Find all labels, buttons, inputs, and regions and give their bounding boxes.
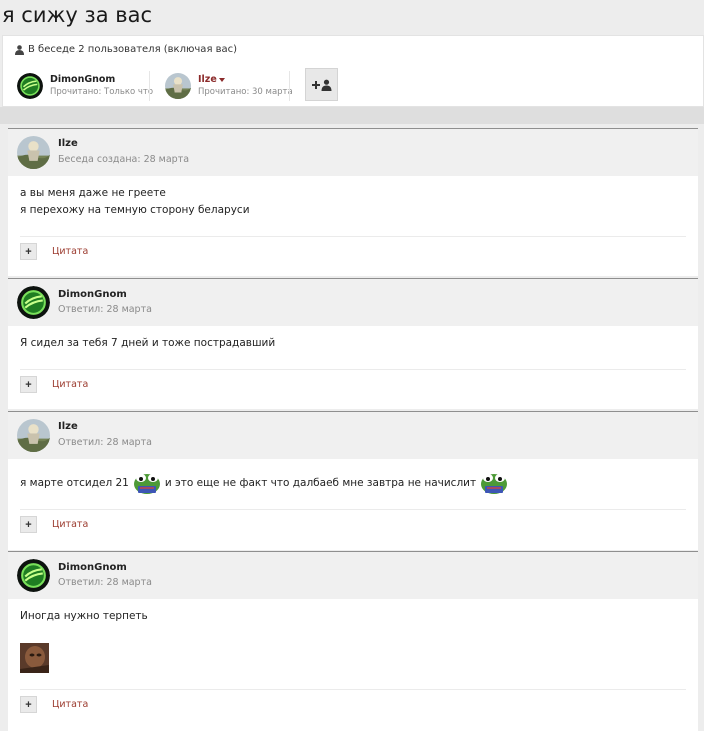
participants-heading-text: В беседе 2 пользователя (включая вас) [28, 44, 238, 55]
quote-link[interactable]: Цитата [52, 246, 88, 257]
post-header: Ilze Ответил: 28 марта [8, 412, 698, 459]
avatar[interactable] [17, 559, 50, 592]
post-text-line: я перехожу на темную сторону беларуси [20, 204, 250, 216]
caret-down-icon[interactable] [218, 77, 225, 82]
post-text: я марте отсидел 21 [20, 477, 129, 489]
avatar[interactable] [17, 136, 50, 169]
quote-link[interactable]: Цитата [52, 519, 88, 530]
attached-image[interactable] [20, 643, 49, 673]
post-author[interactable]: Ilze [58, 421, 78, 432]
participant-name[interactable]: DimonGnom [50, 74, 153, 86]
post-text: и это еще не факт что далбаеб мне завтра… [164, 477, 477, 489]
participant-read-status: Прочитано: 30 марта [198, 87, 293, 97]
avatar[interactable] [17, 73, 43, 99]
message-post: Ilze Ответил: 28 марта я марте отсидел 2… [8, 411, 698, 550]
post-header: DimonGnom Ответил: 28 марта [8, 279, 698, 326]
like-button[interactable]: + [20, 516, 37, 533]
post-date: Ответил: 28 марта [58, 577, 152, 588]
participant-name[interactable]: Ilze [198, 74, 293, 86]
divider [289, 71, 290, 101]
message-post: DimonGnom Ответил: 28 марта Я сидел за т… [8, 278, 698, 409]
pepe-emoji-icon [480, 472, 508, 496]
page-title: я сижу за вас [2, 3, 153, 27]
quote-link[interactable]: Цитата [52, 699, 88, 710]
add-participant-button[interactable] [305, 68, 338, 101]
participant-ilze[interactable]: Ilze Прочитано: 30 марта [165, 71, 293, 101]
post-footer: + Цитата [20, 689, 686, 713]
post-date: Ответил: 28 марта [58, 437, 152, 448]
participants-panel: В беседе 2 пользователя (включая вас) Di… [2, 35, 704, 107]
participant-read-status: Прочитано: Только что [50, 87, 154, 97]
post-body: я марте отсидел 21 и это еще не факт что… [8, 459, 698, 499]
post-header: DimonGnom Ответил: 28 марта [8, 552, 698, 599]
like-button[interactable]: + [20, 696, 37, 713]
quote-link[interactable]: Цитата [52, 379, 88, 390]
post-author[interactable]: DimonGnom [58, 289, 127, 300]
post-date: Ответил: 28 марта [58, 304, 152, 315]
post-body: Я сидел за тебя 7 дней и тоже пострадавш… [8, 326, 698, 352]
participants-heading: В беседе 2 пользователя (включая вас) [15, 44, 237, 55]
message-post: DimonGnom Ответил: 28 марта Иногда нужно… [8, 551, 698, 731]
avatar[interactable] [165, 73, 191, 99]
post-author[interactable]: DimonGnom [58, 562, 127, 573]
post-date: Беседа создана: 28 марта [58, 154, 190, 165]
post-body: Иногда нужно терпеть [8, 599, 698, 625]
section-band [0, 107, 704, 124]
post-text-line: Я сидел за тебя 7 дней и тоже пострадавш… [20, 337, 276, 349]
like-button[interactable]: + [20, 243, 37, 260]
post-body: а вы меня даже не греете я перехожу на т… [8, 176, 698, 219]
add-user-icon [311, 79, 331, 91]
divider [149, 71, 150, 101]
post-footer: + Цитата [20, 369, 686, 393]
post-author[interactable]: Ilze [58, 138, 78, 149]
participant-dimongnom[interactable]: DimonGnom Прочитано: Только что [17, 71, 153, 101]
user-icon [15, 44, 24, 55]
post-header: Ilze Беседа создана: 28 марта [8, 129, 698, 176]
post-text-line: а вы меня даже не греете [20, 187, 166, 199]
avatar[interactable] [17, 419, 50, 452]
like-button[interactable]: + [20, 376, 37, 393]
pepe-emoji-icon [133, 472, 161, 496]
message-post: Ilze Беседа создана: 28 марта а вы меня … [8, 128, 698, 276]
avatar[interactable] [17, 286, 50, 319]
post-footer: + Цитата [20, 236, 686, 260]
post-footer: + Цитата [20, 509, 686, 533]
post-text-line: Иногда нужно терпеть [20, 610, 148, 622]
